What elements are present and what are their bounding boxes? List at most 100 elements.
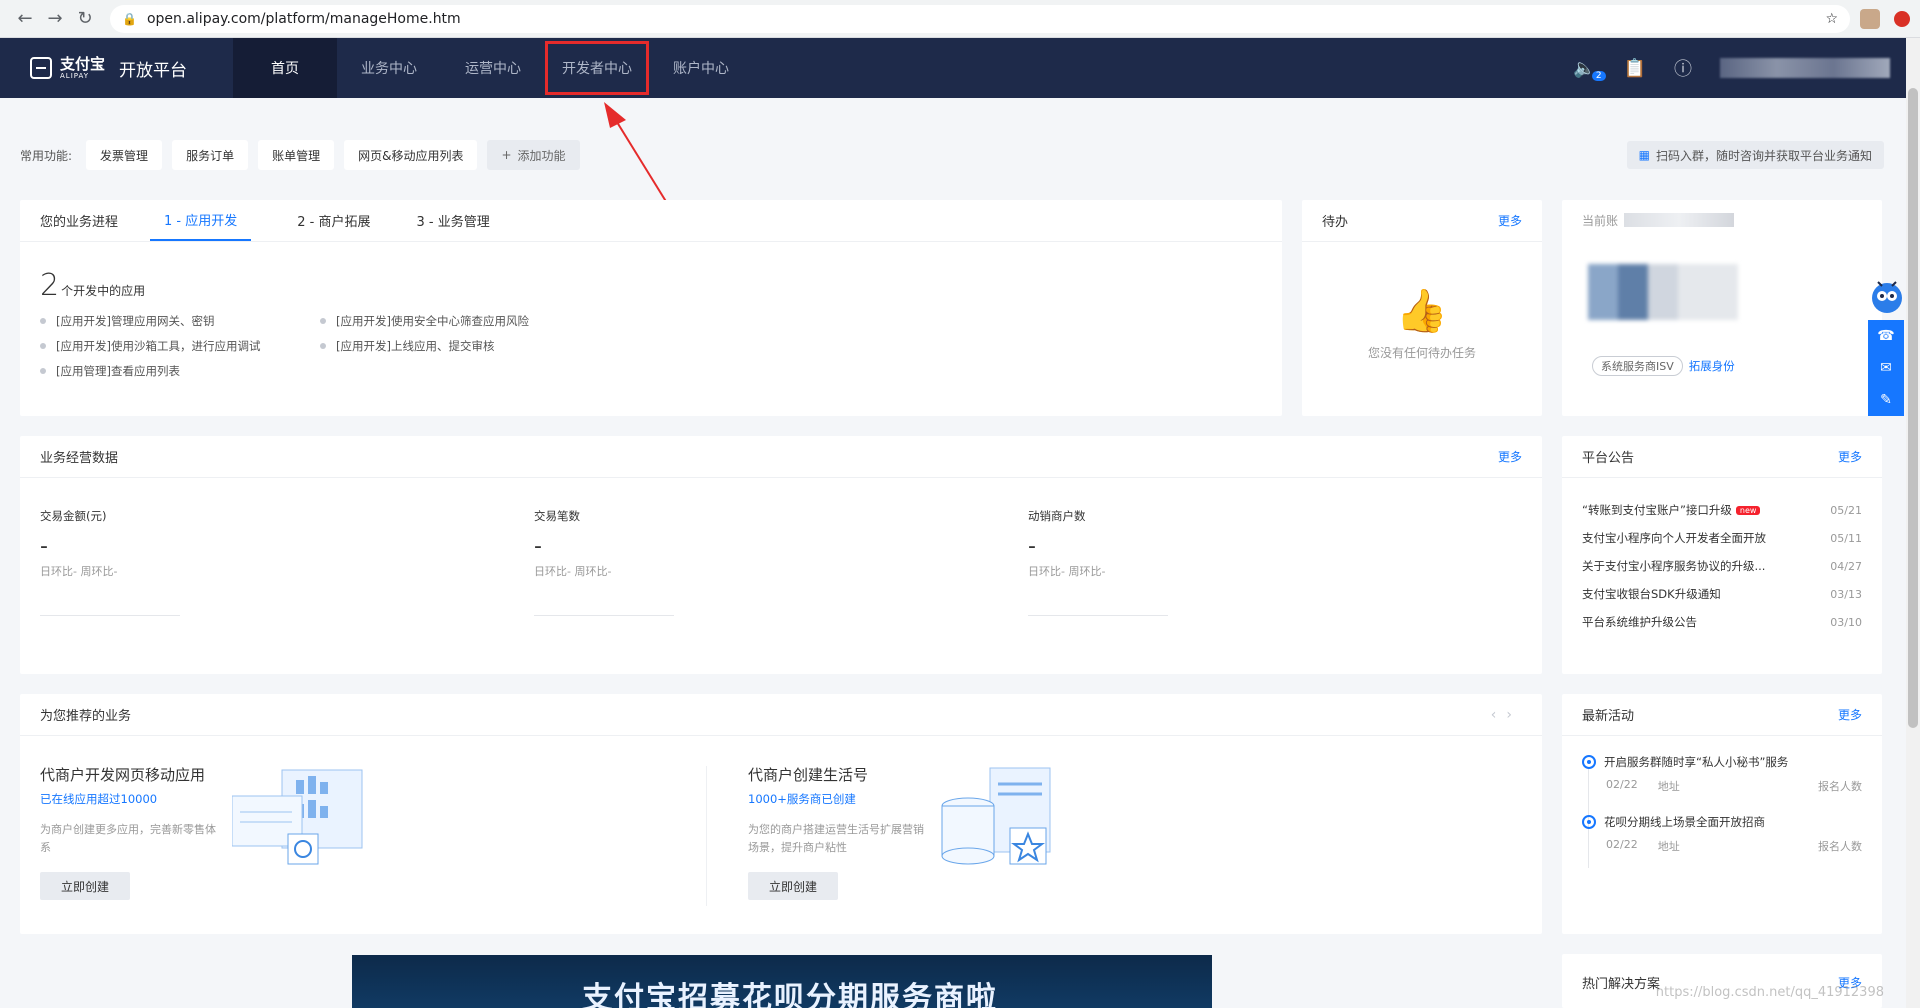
account-avatar-blurred — [1588, 264, 1738, 320]
recommend-divider — [706, 766, 707, 906]
notice-item-title: 支付宝收银台SDK升级通知 — [1582, 587, 1721, 601]
activity-item[interactable]: 开启服务群随时享“私人小秘书”服务 02/22 地址 报名人数 — [1582, 754, 1862, 794]
activities-title: 最新活动 — [1582, 709, 1635, 724]
activities-more-link[interactable]: 更多 — [1838, 706, 1862, 723]
solutions-title: 热门解决方案 — [1582, 976, 1661, 992]
banner-text: 支付宝招募花呗分期服务商啦 — [582, 981, 998, 1008]
task-publish-app[interactable]: [应用开发]上线应用、提交审核 — [320, 338, 600, 354]
task-security-center[interactable]: [应用开发]使用安全中心筛查应用风险 — [320, 313, 600, 329]
speaker-icon[interactable]: 🔈 2 — [1573, 58, 1606, 81]
add-function-button[interactable]: + 添加功能 — [487, 140, 580, 170]
task-gateway-keys[interactable]: [应用开发]管理应用网关、密钥 — [40, 313, 320, 329]
platform-name: 开放平台 — [119, 60, 188, 81]
help-icon[interactable]: ⓘ — [1674, 55, 1692, 81]
recommend-item-subtitle: 1000+服务商已创建 — [748, 792, 856, 806]
edit-icon[interactable]: ✎ — [1880, 392, 1892, 408]
tab-business-management[interactable]: 3 - 业务管理 — [416, 200, 489, 241]
todo-empty-text: 您没有任何待办任务 — [1367, 346, 1476, 360]
notice-item[interactable]: 关于支付宝小程序服务协议的升级... 04/27 — [1582, 552, 1862, 580]
quick-apps-button[interactable]: 网页&移动应用列表 — [344, 140, 478, 170]
task-app-list[interactable]: [应用管理]查看应用列表 — [40, 363, 320, 379]
notice-badge: 2 — [1591, 70, 1606, 81]
side-toolbar: ☎ ✉ ✎ — [1868, 320, 1904, 416]
tab-merchant-expansion[interactable]: 2 - 商户拓展 — [297, 200, 370, 241]
isv-tag: 系统服务商ISV — [1592, 356, 1683, 376]
notice-item-date: 03/13 — [1830, 587, 1862, 601]
task-sandbox[interactable]: [应用开发]使用沙箱工具，进行应用调试 — [40, 338, 320, 354]
document-icon[interactable]: 📋 — [1624, 58, 1646, 79]
todo-card: 待办 更多 👍 您没有任何待办任务 — [1302, 200, 1542, 416]
address-bar[interactable]: 🔒 open.alipay.com/platform/manageHome.ht… — [110, 4, 1850, 33]
metric-compare: 日环比- 周环比- — [40, 565, 118, 578]
dev-app-count-unit: 个开发中的应用 — [61, 284, 146, 298]
reload-icon[interactable]: ↻ — [70, 4, 100, 34]
scroll-thumb[interactable] — [1908, 88, 1918, 728]
nav-operation-center[interactable]: 运营中心 — [441, 38, 545, 98]
metric-amount: 交易金额(元) - 日环比- 周环比- — [40, 508, 534, 616]
notice-item-date: 04/27 — [1830, 559, 1862, 573]
create-webapp-button[interactable]: 立即创建 — [40, 872, 130, 900]
nav-home[interactable]: 首页 — [233, 38, 338, 98]
nav-business-center[interactable]: 业务中心 — [337, 38, 441, 98]
main-nav: 首页 业务中心 运营中心 开发者中心 账户中心 — [233, 38, 753, 98]
progress-title: 您的业务进程 — [40, 215, 119, 230]
expand-identity-link[interactable]: 拓展身份 — [1689, 358, 1735, 374]
activity-place: 地址 — [1657, 840, 1680, 853]
activity-date: 02/22 — [1606, 838, 1638, 851]
notice-item[interactable]: “转账到支付宝账户”接口升级 new 05/21 — [1582, 496, 1862, 524]
todo-more-link[interactable]: 更多 — [1498, 212, 1522, 229]
qr-tip-text: 扫码入群，随时咨询并获取平台业务通知 — [1655, 148, 1872, 163]
recommend-item-desc: 为商户创建更多应用，完善新零售体系 — [40, 823, 216, 854]
feedback-icon[interactable]: ✉ — [1880, 360, 1892, 376]
lock-icon: 🔒 — [122, 11, 137, 26]
recommend-item-title: 代商户开发网页移动应用 — [40, 766, 206, 784]
create-lifeaccount-button[interactable]: 立即创建 — [748, 872, 838, 900]
business-data-title: 业务经营数据 — [40, 451, 119, 466]
recommend-item-subtitle: 已在线应用超过10000 — [40, 792, 158, 806]
metric-divider — [534, 615, 674, 616]
recommend-title: 为您推荐的业务 — [40, 709, 132, 724]
promo-banner[interactable]: 支付宝招募花呗分期服务商啦 — [352, 955, 1212, 1008]
nav-account-center[interactable]: 账户中心 — [649, 38, 753, 98]
metric-merchants: 动销商户数 - 日环比- 周环比- — [1028, 508, 1522, 616]
alipay-logo[interactable]: 支付宝 ALIPAY 开放平台 — [30, 56, 187, 81]
page-scrollbar[interactable] — [1906, 38, 1920, 1008]
new-badge: new — [1735, 505, 1761, 515]
notice-item-title: 关于支付宝小程序服务协议的升级... — [1582, 559, 1766, 573]
nav-developer-center[interactable]: 开发者中心 — [545, 41, 650, 95]
forward-icon[interactable]: → — [40, 4, 70, 34]
add-function-label: 添加功能 — [517, 148, 566, 163]
quick-bills-button[interactable]: 账单管理 — [258, 140, 335, 170]
quick-label: 常用功能: — [20, 148, 73, 163]
activity-item[interactable]: 花呗分期线上场景全面开放招商 02/22 地址 报名人数 — [1582, 814, 1862, 854]
notice-item[interactable]: 平台系统维护升级公告 03/10 — [1582, 608, 1862, 636]
quick-orders-button[interactable]: 服务订单 — [172, 140, 249, 170]
back-icon[interactable]: ← — [10, 4, 40, 34]
bookmark-star-icon[interactable]: ☆ — [1825, 11, 1838, 27]
activities-card: 最新活动 更多 开启服务群随时享“私人小秘书”服务 02/22 地址 报名人数 花呗… — [1562, 694, 1882, 934]
qr-code-icon: ▦ — [1638, 148, 1650, 162]
timeline-dot-icon — [1582, 815, 1596, 829]
consult-icon[interactable]: ☎ — [1877, 328, 1894, 344]
notice-more-link[interactable]: 更多 — [1838, 448, 1862, 465]
account-card: 当前账 系统服务商ISV 拓展身份 — [1562, 200, 1882, 416]
notice-item[interactable]: 支付宝小程序向个人开发者全面开放 05/11 — [1582, 524, 1862, 552]
activity-date: 02/22 — [1606, 778, 1638, 791]
tab-app-development[interactable]: 1 - 应用开发 — [150, 200, 252, 241]
extension-icon[interactable] — [1860, 8, 1880, 29]
url-text: open.alipay.com/platform/manageHome.htm — [146, 10, 461, 27]
metric-divider — [1028, 615, 1168, 616]
extension-red-icon[interactable] — [1894, 10, 1910, 27]
slider-arrows-icon[interactable]: ‹› — [1491, 707, 1522, 723]
business-more-link[interactable]: 更多 — [1498, 448, 1522, 465]
user-name-blurred[interactable] — [1720, 58, 1890, 78]
quick-invoice-button[interactable]: 发票管理 — [86, 140, 163, 170]
lifeaccount-illustration — [941, 767, 1051, 865]
logo-cn: 支付宝 — [60, 54, 106, 73]
platform-notice-card: 平台公告 更多 “转账到支付宝账户”接口升级 new 05/21 支付宝小程序向… — [1562, 436, 1882, 674]
notice-item[interactable]: 支付宝收银台SDK升级通知 03/13 — [1582, 580, 1862, 608]
qr-group-tip[interactable]: ▦ 扫码入群，随时咨询并获取平台业务通知 — [1626, 141, 1884, 169]
mascot-icon[interactable] — [1868, 274, 1906, 320]
metric-value: - — [1028, 534, 1036, 559]
activity-signups: 报名人数 — [1818, 780, 1862, 793]
